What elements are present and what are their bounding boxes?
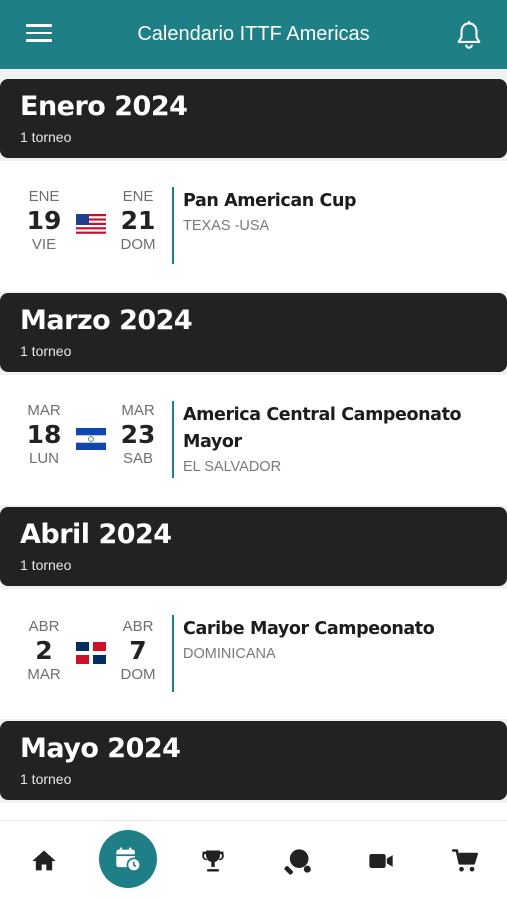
- start-day: 2: [35, 636, 53, 665]
- start-month: MAR: [27, 402, 61, 419]
- start-month: ENE: [28, 188, 60, 205]
- start-date: ENE 19 VIE: [19, 188, 69, 254]
- month-name: Enero 2024: [20, 91, 188, 122]
- dominican-republic-flag-icon: [76, 642, 106, 664]
- bell-icon[interactable]: [455, 20, 483, 50]
- start-date: MAR 18 LUN: [19, 402, 69, 468]
- table-tennis-icon[interactable]: [284, 847, 312, 875]
- divider: [172, 615, 174, 692]
- event-name: Caribe Mayor Campeonato: [183, 619, 435, 639]
- event-card[interactable]: ABR 2 MAR ABR 7 DOM Caribe Mayor Campeon…: [0, 589, 507, 719]
- event-name-line2: Mayor: [183, 432, 242, 452]
- calendar-clock-icon[interactable]: [99, 830, 157, 888]
- end-month: MAR: [121, 402, 155, 419]
- end-month: ABR: [122, 618, 154, 635]
- calendar-list[interactable]: Enero 2024 1 torneo ENE 19 VIE ENE 21 DO…: [0, 69, 507, 820]
- month-count: 1 torneo: [20, 343, 72, 359]
- month-header: Mayo 2024 1 torneo: [0, 721, 507, 800]
- end-weekday: DOM: [120, 666, 156, 683]
- event-card[interactable]: ENE 19 VIE ENE 21 DOM Pan American Cup T…: [0, 161, 507, 291]
- event-name: America Central Campeonato Mayor: [183, 402, 483, 456]
- usa-flag-icon: [76, 214, 106, 236]
- end-day: 7: [129, 636, 147, 665]
- divider: [172, 187, 174, 264]
- event-location: EL SALVADOR: [183, 459, 282, 475]
- shopping-cart-icon[interactable]: [451, 847, 479, 875]
- end-day: 21: [120, 206, 156, 235]
- event-name-line1: America Central Campeonato: [183, 405, 462, 425]
- end-month: ENE: [122, 188, 154, 205]
- trophy-icon[interactable]: [199, 847, 227, 875]
- bottom-nav: [0, 820, 507, 900]
- start-weekday: LUN: [28, 450, 59, 467]
- end-date: ENE 21 DOM: [113, 188, 163, 254]
- page-title: Calendario ITTF Americas: [137, 23, 370, 45]
- start-date: ABR 2 MAR: [19, 618, 69, 684]
- month-header: Enero 2024 1 torneo: [0, 79, 507, 158]
- month-header: Marzo 2024 1 torneo: [0, 293, 507, 372]
- menu-icon[interactable]: [26, 24, 52, 44]
- end-day: 23: [120, 420, 156, 449]
- month-name: Marzo 2024: [20, 305, 193, 336]
- start-weekday: VIE: [31, 236, 57, 253]
- event-name: Pan American Cup: [183, 191, 357, 211]
- start-weekday: MAR: [27, 666, 61, 683]
- end-weekday: SAB: [122, 450, 153, 467]
- month-name: Abril 2024: [20, 519, 172, 550]
- event-card[interactable]: MAR 18 LUN MAR 23 SAB America Central Ca…: [0, 375, 507, 505]
- start-month: ABR: [28, 618, 60, 635]
- home-icon[interactable]: [30, 847, 58, 875]
- event-card[interactable]: [0, 803, 507, 820]
- video-camera-icon[interactable]: [367, 847, 395, 875]
- month-count: 1 torneo: [20, 557, 72, 573]
- month-header: Abril 2024 1 torneo: [0, 507, 507, 586]
- start-day: 19: [26, 206, 62, 235]
- event-location: DOMINICANA: [183, 646, 276, 662]
- end-weekday: DOM: [120, 236, 156, 253]
- el-salvador-flag-icon: [76, 428, 106, 450]
- divider: [172, 401, 174, 478]
- month-count: 1 torneo: [20, 771, 72, 787]
- end-date: ABR 7 DOM: [113, 618, 163, 684]
- month-name: Mayo 2024: [20, 733, 181, 764]
- event-location: TEXAS -USA: [183, 218, 270, 234]
- start-day: 18: [26, 420, 62, 449]
- month-count: 1 torneo: [20, 129, 72, 145]
- app-header: Calendario ITTF Americas: [0, 0, 507, 69]
- end-date: MAR 23 SAB: [113, 402, 163, 468]
